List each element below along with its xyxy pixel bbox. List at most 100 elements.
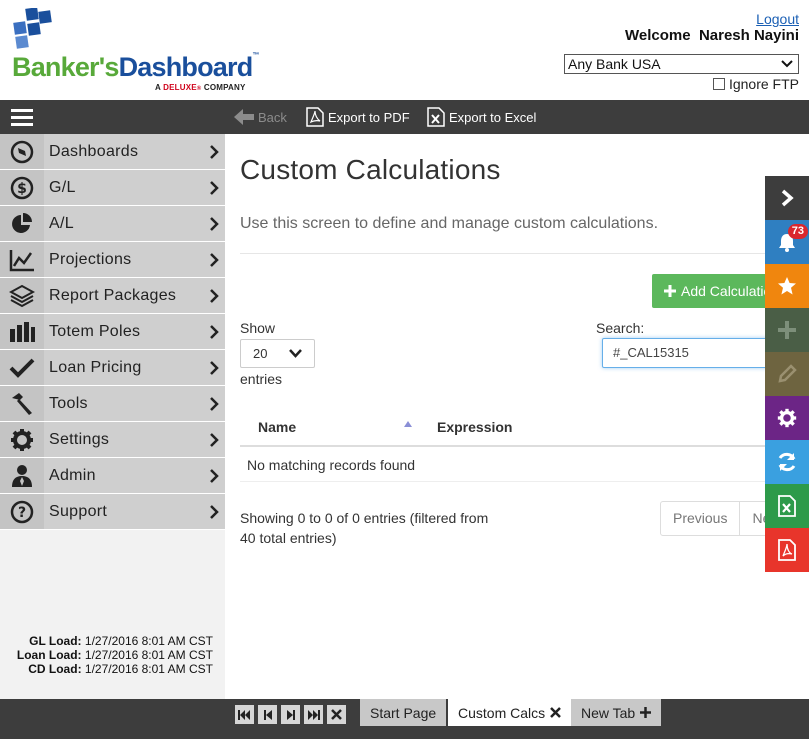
pencil-icon: [778, 364, 797, 383]
collapse-rail-button[interactable]: [765, 176, 809, 220]
excel-button[interactable]: [765, 484, 809, 528]
chevron-right-icon: [210, 360, 219, 375]
bankers-dashboard-logo[interactable]: Banker'sDashboard™ A DELUXE® COMPANY: [12, 8, 272, 94]
arrow-left-icon: [234, 109, 254, 125]
skip-back-icon: [238, 709, 250, 720]
tab-new-tab[interactable]: New Tab: [571, 699, 662, 726]
step-forward-icon: [286, 709, 295, 720]
chevron-right-icon: [210, 144, 219, 159]
layers-icon: [9, 284, 35, 307]
table-info: Showing 0 to 0 of 0 entries (filtered fr…: [240, 510, 489, 546]
sort-ascending-icon[interactable]: [403, 419, 413, 429]
logout-link[interactable]: Logout: [756, 11, 799, 27]
bar-chart-icon: [10, 321, 35, 342]
sidebar-item-label: Projections: [49, 250, 132, 268]
pdf-icon: [778, 539, 796, 561]
search-input[interactable]: #_CAL15315: [602, 338, 765, 368]
chevron-right-icon: [210, 252, 219, 267]
sidebar-item-label: Totem Poles: [49, 322, 141, 340]
sidebar-item-label: Dashboards: [49, 142, 139, 160]
menu-toggle-icon[interactable]: [11, 109, 33, 126]
sidebar-item-label: Report Packages: [49, 286, 177, 304]
sidebar-item-gl[interactable]: $ G/L: [0, 170, 225, 206]
gear-icon: [11, 428, 33, 451]
sidebar-item-tools[interactable]: Tools: [0, 386, 225, 422]
page-title: Custom Calculations: [240, 154, 501, 185]
chevron-right-icon: [210, 180, 219, 195]
next-page-button[interactable]: Next: [739, 502, 765, 535]
ignore-ftp-label: Ignore FTP: [728, 76, 799, 92]
sidebar-item-admin[interactable]: Admin: [0, 458, 225, 494]
last-tab-button[interactable]: [304, 705, 323, 724]
line-chart-icon: [9, 249, 34, 271]
toolbar: Back Export to PDF Export to Excel: [0, 100, 809, 134]
entries-per-page-select[interactable]: 20: [240, 339, 315, 368]
sidebar-item-totem-poles[interactable]: Totem Poles: [0, 314, 225, 350]
sidebar-item-settings[interactable]: Settings: [0, 422, 225, 458]
first-tab-button[interactable]: [235, 705, 254, 724]
column-header-name[interactable]: Name: [258, 419, 296, 435]
previous-page-button[interactable]: Previous: [661, 502, 739, 535]
star-icon: [778, 277, 796, 295]
tab-start-page[interactable]: Start Page: [360, 699, 447, 726]
back-button[interactable]: Back: [234, 100, 287, 134]
entries-label: entries: [240, 371, 283, 387]
quick-action-rail: 73: [765, 176, 809, 572]
user-icon: [12, 464, 32, 487]
skip-forward-icon: [308, 709, 320, 720]
plus-icon: [778, 321, 796, 339]
loan-load-row: Loan Load: 1/27/2016 8:01 AM CST: [16, 648, 213, 662]
chevron-right-icon: [210, 288, 219, 303]
close-icon: [331, 709, 342, 720]
show-label: Show: [240, 320, 276, 336]
cd-load-row: CD Load: 1/27/2016 8:01 AM CST: [28, 662, 213, 676]
sidebar-item-label: Support: [49, 502, 108, 520]
chevron-down-icon: [781, 60, 793, 68]
svg-text:?: ?: [18, 505, 26, 521]
empty-table-message: No matching records found: [247, 457, 416, 473]
checkmark-icon: [9, 358, 35, 378]
sidebar-item-support[interactable]: ? Support: [0, 494, 225, 530]
table-header-divider: [240, 445, 765, 447]
notifications-button[interactable]: 73: [765, 220, 809, 264]
add-calculation-button[interactable]: Add Calculation: [652, 274, 765, 308]
sidebar-item-projections[interactable]: Projections: [0, 242, 225, 278]
gear-icon: [777, 408, 797, 428]
sidebar: Dashboards $ G/L A/L Projections Report …: [0, 134, 225, 699]
chevron-right-icon: [210, 324, 219, 339]
next-tab-button[interactable]: [281, 705, 300, 724]
tab-custom-calcs[interactable]: Custom Calcs: [448, 699, 572, 726]
excel-icon: [778, 495, 796, 517]
export-pdf-button[interactable]: Export to PDF: [306, 100, 410, 134]
refresh-button[interactable]: [765, 440, 809, 484]
plus-icon: [640, 707, 652, 718]
sidebar-item-label: Settings: [49, 430, 110, 448]
bank-select[interactable]: Any Bank USA: [564, 54, 799, 74]
hammer-icon: [12, 392, 32, 415]
dollar-icon: $: [10, 176, 34, 199]
sidebar-item-report-packages[interactable]: Report Packages: [0, 278, 225, 314]
sidebar-item-al[interactable]: A/L: [0, 206, 225, 242]
ignore-ftp-checkbox[interactable]: [712, 78, 725, 90]
pdf-button[interactable]: [765, 528, 809, 572]
excel-file-icon: [427, 107, 445, 127]
close-tab-icon[interactable]: [550, 707, 562, 718]
add-favorite-button[interactable]: [765, 308, 809, 352]
refresh-icon: [778, 452, 796, 472]
notification-count-badge: 73: [787, 224, 808, 239]
settings-button[interactable]: [765, 396, 809, 440]
previous-tab-button[interactable]: [258, 705, 277, 724]
ignore-ftp-option: Ignore FTP: [712, 76, 799, 92]
tab-bar: Start Page Custom Calcs New Tab: [0, 699, 809, 739]
export-excel-button[interactable]: Export to Excel: [427, 100, 536, 134]
column-header-expression[interactable]: Expression: [437, 419, 512, 435]
sidebar-item-loan-pricing[interactable]: Loan Pricing: [0, 350, 225, 386]
close-all-tabs-button[interactable]: [327, 705, 346, 724]
search-label: Search:: [596, 320, 645, 336]
bank-select-value: Any Bank USA: [568, 56, 661, 72]
favorites-button[interactable]: [765, 264, 809, 308]
sidebar-item-dashboards[interactable]: Dashboards: [0, 134, 225, 170]
plus-icon: [664, 285, 676, 297]
edit-button[interactable]: [765, 352, 809, 396]
main-content: Custom Calculations Use this screen to d…: [225, 134, 765, 699]
